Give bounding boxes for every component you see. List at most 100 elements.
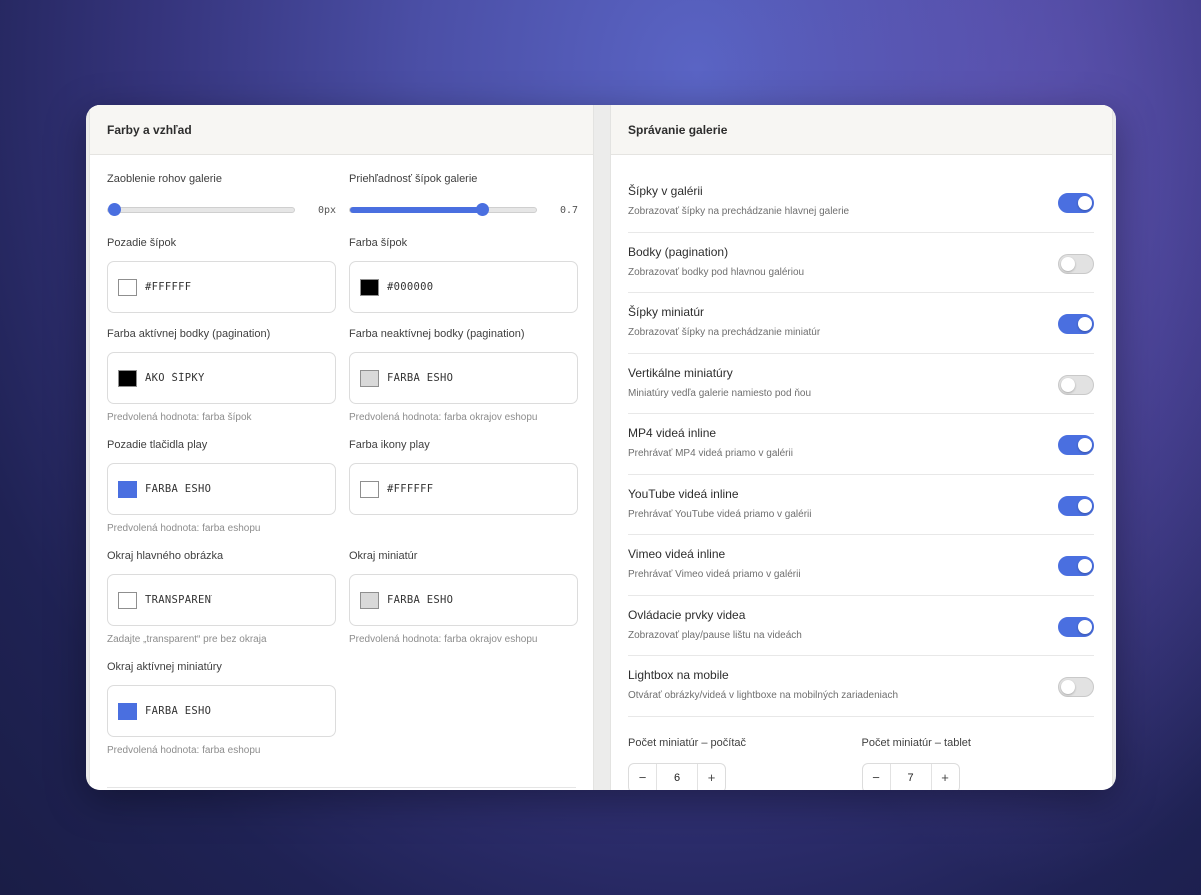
plus-button[interactable]: +	[698, 770, 725, 785]
pagination-switch[interactable]	[1058, 253, 1094, 274]
color-value[interactable]: FARBA ESHOP	[387, 594, 454, 606]
toggle-desc: Zobrazovať šípky na prechádzanie miniatú…	[628, 327, 821, 338]
tablet-count-stepper: − 7 +	[861, 762, 960, 790]
color-swatch[interactable]	[118, 702, 137, 720]
color-swatch[interactable]	[360, 278, 379, 296]
tablet-count-label: Počet miniatúr – tablet	[861, 736, 971, 749]
toggle-desc: Zobrazovať play/pause lištu na videách	[628, 629, 802, 641]
active-thumb-border-color-input[interactable]: FARBA ESHOP	[107, 685, 336, 737]
desktop-count-setting: Počet miniatúr – počítač − 6 +	[628, 736, 862, 790]
color-value[interactable]: #FFFFFF	[145, 281, 265, 293]
color-swatch[interactable]	[360, 480, 379, 498]
inactive-dot-setting: Farba neaktívnej bodky (pagination) FARB…	[349, 327, 578, 424]
toggle-row: MP4 videá inline Prehrávať MP4 videá pri…	[628, 414, 1094, 475]
arrow-color-label: Farba šípok	[349, 237, 408, 249]
thumb-border-setting: Okraj miniatúr FARBA ESHOP Predvolená ho…	[349, 549, 578, 646]
active-thumb-border-setting: Okraj aktívnej miniatúry FARBA ESHOP Pre…	[107, 660, 336, 757]
color-swatch[interactable]	[118, 480, 137, 498]
slider-fill	[350, 207, 482, 213]
minus-button[interactable]: −	[863, 770, 890, 785]
toggle-title: Vimeo videá inline	[628, 547, 726, 561]
arrow-opacity-slider[interactable]	[349, 203, 537, 216]
inactive-dot-color-input[interactable]: FARBA ESHOP	[349, 352, 578, 404]
color-value[interactable]: FARBA ESHOP	[145, 705, 212, 717]
toggle-desc: Zobrazovať šípky na prechádzanie hlavnej…	[628, 206, 850, 217]
color-value[interactable]: AKO ŠÍPKY	[145, 372, 212, 384]
toggle-desc: Zobrazovať bodky pod hlavnou galériou	[628, 266, 805, 278]
arrow-color-input[interactable]: #000000	[349, 261, 578, 313]
color-swatch[interactable]	[118, 278, 137, 296]
toggle-title: Šípky miniatúr	[628, 305, 705, 319]
toggle-row: YouTube videá inline Prehrávať YouTube v…	[628, 475, 1094, 535]
toggle-list: Šípky v galérii Zobrazovať šípky na prec…	[611, 155, 1112, 717]
minus-button[interactable]: −	[629, 770, 656, 785]
toggle-row: Šípky miniatúr Zobrazovať šípky na prech…	[628, 293, 1094, 354]
mobile-lightbox-switch[interactable]	[1058, 677, 1094, 697]
play-icon-setting: Farba ikony play #FFFFFF	[349, 438, 578, 535]
color-swatch[interactable]	[118, 369, 137, 387]
vimeo-inline-switch[interactable]	[1058, 556, 1094, 576]
color-value[interactable]: FARBA ESHOP	[145, 483, 212, 495]
inactive-dot-hint: Predvolená hodnota: farba okrajov eshopu	[349, 412, 538, 423]
toggle-title: Šípky v galérii	[628, 184, 703, 198]
corner-radius-slider[interactable]	[107, 203, 295, 216]
switch-knob	[1061, 377, 1075, 392]
toggle-desc: Prehrávať YouTube videá priamo v galérii	[628, 508, 812, 520]
toggle-row: Ovládacie prvky videa Zobrazovať play/pa…	[628, 596, 1094, 656]
arrow-opacity-value: 0.7	[559, 204, 578, 216]
active-thumb-border-hint: Predvolená hodnota: farba eshopu	[107, 745, 261, 756]
active-dot-color-input[interactable]: AKO ŠÍPKY	[107, 352, 336, 404]
youtube-inline-switch[interactable]	[1058, 495, 1094, 516]
thumb-border-hint: Predvolená hodnota: farba okrajov eshopu	[349, 634, 538, 645]
switch-knob	[1078, 438, 1092, 452]
play-bg-label: Pozadie tlačidla play	[107, 439, 208, 451]
color-swatch[interactable]	[118, 591, 137, 609]
active-dot-label: Farba aktívnej bodky (pagination)	[107, 328, 271, 340]
toggle-title: Vertikálne miniatúry	[628, 365, 733, 380]
settings-window: Farby a vzhľad Zaoblenie rohov galerie 0…	[86, 105, 1116, 790]
desktop-count-label: Počet miniatúr – počítač	[628, 736, 747, 749]
corner-radius-setting: Zaoblenie rohov galerie 0px	[107, 172, 336, 224]
thumb-arrows-switch[interactable]	[1058, 314, 1094, 334]
count-value[interactable]: 6	[656, 763, 698, 790]
plus-button[interactable]: +	[932, 770, 959, 785]
play-bg-setting: Pozadie tlačidla play FARBA ESHOP Predvo…	[107, 438, 336, 535]
toggle-desc: Prehrávať MP4 videá priamo v galérii	[628, 448, 793, 459]
play-bg-hint: Predvolená hodnota: farba eshopu	[107, 523, 261, 534]
toggle-title: Bodky (pagination)	[628, 244, 729, 259]
slider-thumb[interactable]	[108, 203, 121, 216]
switch-knob	[1078, 619, 1092, 634]
thumb-border-color-input[interactable]: FARBA ESHOP	[349, 574, 578, 626]
arrow-opacity-label: Priehľadnosť šípok galerie	[349, 173, 478, 185]
tablet-count-setting: Počet miniatúr – tablet − 7 +	[861, 736, 1096, 790]
color-value[interactable]: FARBA ESHOP	[387, 372, 454, 384]
slider-thumb[interactable]	[476, 203, 489, 216]
color-value[interactable]: #FFFFFF	[387, 483, 507, 495]
color-swatch[interactable]	[360, 591, 379, 609]
thumb-border-label: Okraj miniatúr	[349, 550, 418, 562]
color-value[interactable]: #000000	[387, 281, 507, 293]
play-icon-color-input[interactable]: #FFFFFF	[349, 463, 578, 515]
play-icon-label: Farba ikony play	[349, 439, 430, 451]
mp4-inline-switch[interactable]	[1058, 435, 1094, 455]
main-border-hint: Zadajte „transparent“ pre bez okraja	[107, 634, 267, 645]
vertical-thumbs-switch[interactable]	[1058, 374, 1094, 395]
appearance-grid: Zaoblenie rohov galerie 0px Priehľadnosť…	[90, 155, 593, 757]
main-border-color-input[interactable]: TRANSPARENT	[107, 574, 336, 626]
switch-knob	[1078, 559, 1092, 573]
color-value[interactable]: TRANSPARENT	[145, 594, 212, 606]
arrow-bg-setting: Pozadie šípok #FFFFFF	[107, 236, 336, 313]
switch-knob	[1078, 196, 1092, 210]
video-controls-switch[interactable]	[1058, 616, 1094, 637]
active-thumb-border-label: Okraj aktívnej miniatúry	[107, 661, 222, 673]
color-swatch[interactable]	[360, 369, 379, 387]
arrow-bg-color-input[interactable]: #FFFFFF	[107, 261, 336, 313]
active-dot-setting: Farba aktívnej bodky (pagination) AKO ŠÍ…	[107, 327, 336, 424]
thumb-count-section: Počet miniatúr – počítač − 6 + Počet min…	[611, 736, 1112, 790]
gallery-arrows-switch[interactable]	[1058, 193, 1094, 213]
appearance-panel: Farby a vzhľad Zaoblenie rohov galerie 0…	[89, 105, 594, 790]
count-value[interactable]: 7	[889, 763, 932, 790]
appearance-panel-title: Farby a vzhľad	[90, 105, 593, 155]
corner-radius-value: 0px	[317, 204, 336, 216]
play-bg-color-input[interactable]: FARBA ESHOP	[107, 463, 336, 515]
